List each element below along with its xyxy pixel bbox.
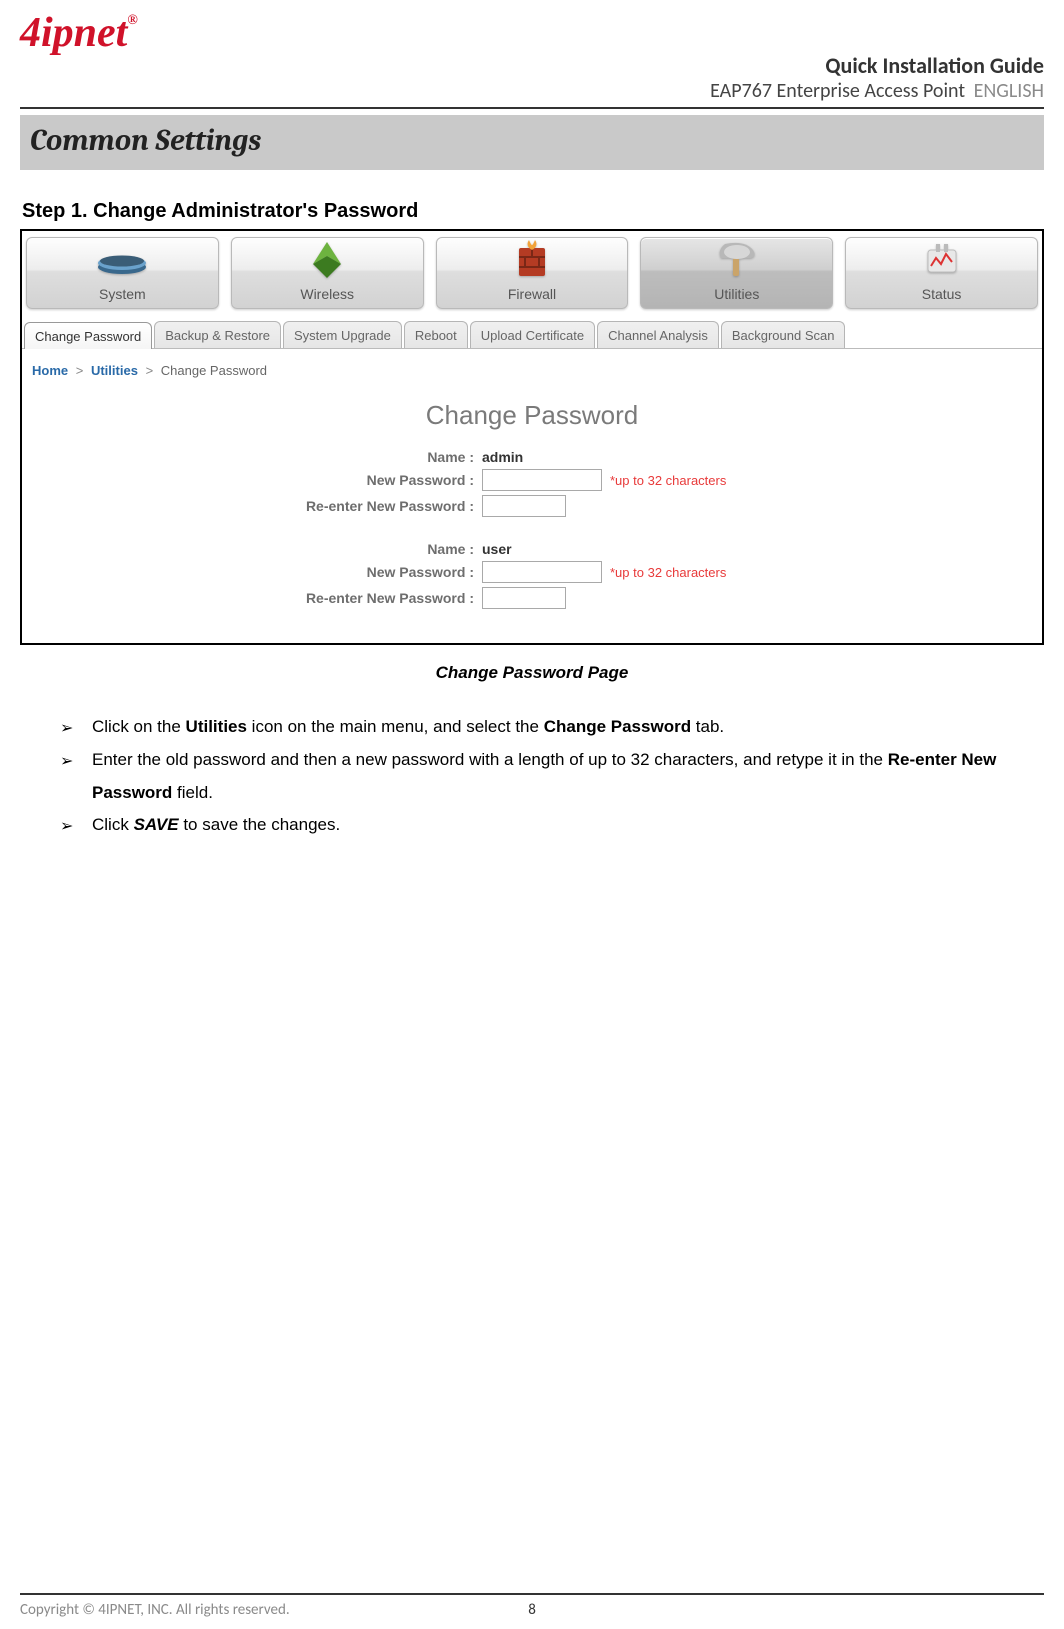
figure-caption: Change Password Page (20, 663, 1044, 683)
bullet-2-a: Enter the old password and then a new pa… (92, 750, 888, 769)
bullet-1-bold1: Utilities (186, 717, 247, 736)
label-newpw-user: New Password : (252, 564, 482, 580)
nav-status-label: Status (846, 282, 1037, 306)
brand-logo: 4ipnet® (20, 0, 1044, 56)
breadcrumb-current: Change Password (161, 363, 267, 378)
bullet-2-b: field. (172, 783, 213, 802)
breadcrumb-sep: > (76, 363, 84, 378)
tab-reboot[interactable]: Reboot (404, 321, 468, 348)
bullet-3: ➢ Click SAVE to save the changes. (60, 809, 1022, 842)
nav-firewall-label: Firewall (437, 282, 628, 306)
bullet-1-bold2: Change Password (544, 717, 691, 736)
firewall-icon (437, 238, 628, 282)
footer-page-number: 8 (512, 1601, 552, 1619)
bullet-3-bi: SAVE (134, 815, 179, 834)
nav-wireless[interactable]: Wireless (231, 237, 424, 309)
section-heading: Common Settings (20, 115, 1044, 170)
note-admin: *up to 32 characters (610, 473, 726, 488)
utilities-icon (641, 238, 832, 282)
breadcrumb: Home > Utilities > Change Password (22, 349, 1042, 390)
tab-upload-certificate[interactable]: Upload Certificate (470, 321, 595, 348)
doc-title: Quick Installation Guide (20, 52, 1044, 79)
bullet-marker-icon: ➢ (60, 711, 76, 744)
value-name-admin: admin (482, 449, 523, 465)
bullet-1-a: Click on the (92, 717, 186, 736)
breadcrumb-utilities[interactable]: Utilities (91, 363, 138, 378)
nav-wireless-label: Wireless (232, 282, 423, 306)
nav-system-label: System (27, 282, 218, 306)
footer-divider (20, 1593, 1044, 1595)
label-reenter-admin: Re-enter New Password : (252, 498, 482, 514)
nav-system[interactable]: System (26, 237, 219, 309)
bullet-1: ➢ Click on the Utilities icon on the mai… (60, 711, 1022, 744)
label-reenter-user: Re-enter New Password : (252, 590, 482, 606)
value-name-user: user (482, 541, 512, 557)
bullet-marker-icon: ➢ (60, 809, 76, 842)
label-name-user: Name : (252, 541, 482, 557)
sub-tab-bar: Change Password Backup & Restore System … (22, 315, 1042, 349)
doc-language: ENGLISH (974, 79, 1044, 103)
form-heading: Change Password (22, 400, 1042, 431)
product-name: EAP767 Enterprise Access Point (710, 79, 965, 103)
wireless-icon (232, 238, 423, 282)
breadcrumb-home[interactable]: Home (32, 363, 68, 378)
status-icon (846, 238, 1037, 282)
breadcrumb-sep: > (146, 363, 154, 378)
bullet-2: ➢ Enter the old password and then a new … (60, 744, 1022, 809)
footer-copyright: Copyright © 4IPNET, INC. All rights rese… (20, 1601, 512, 1619)
nav-status[interactable]: Status (845, 237, 1038, 309)
label-newpw-admin: New Password : (252, 472, 482, 488)
label-name-admin: Name : (252, 449, 482, 465)
tab-backup-restore[interactable]: Backup & Restore (154, 321, 281, 348)
gui-screenshot: System Wireless (20, 229, 1044, 645)
input-reenter-admin[interactable] (482, 495, 566, 517)
nav-utilities-label: Utilities (641, 282, 832, 306)
bullet-1-b: icon on the main menu, and select the (247, 717, 544, 736)
tab-system-upgrade[interactable]: System Upgrade (283, 321, 402, 348)
bullet-1-c: tab. (691, 717, 724, 736)
header-divider (20, 107, 1044, 109)
bullet-3-a: Click (92, 815, 134, 834)
bullet-marker-icon: ➢ (60, 744, 76, 809)
brand-name: 4ipnet (20, 10, 127, 56)
brand-tm: ® (127, 13, 137, 28)
tab-background-scan[interactable]: Background Scan (721, 321, 846, 348)
input-newpw-user[interactable] (482, 561, 602, 583)
note-user: *up to 32 characters (610, 565, 726, 580)
nav-firewall[interactable]: Firewall (436, 237, 629, 309)
tab-channel-analysis[interactable]: Channel Analysis (597, 321, 719, 348)
step-title: Step 1. Change Administrator's Password (22, 200, 1044, 223)
router-icon (27, 238, 218, 282)
input-newpw-admin[interactable] (482, 469, 602, 491)
nav-utilities[interactable]: Utilities (640, 237, 833, 309)
input-reenter-user[interactable] (482, 587, 566, 609)
bullet-3-b: to save the changes. (179, 815, 341, 834)
tab-change-password[interactable]: Change Password (24, 322, 152, 349)
